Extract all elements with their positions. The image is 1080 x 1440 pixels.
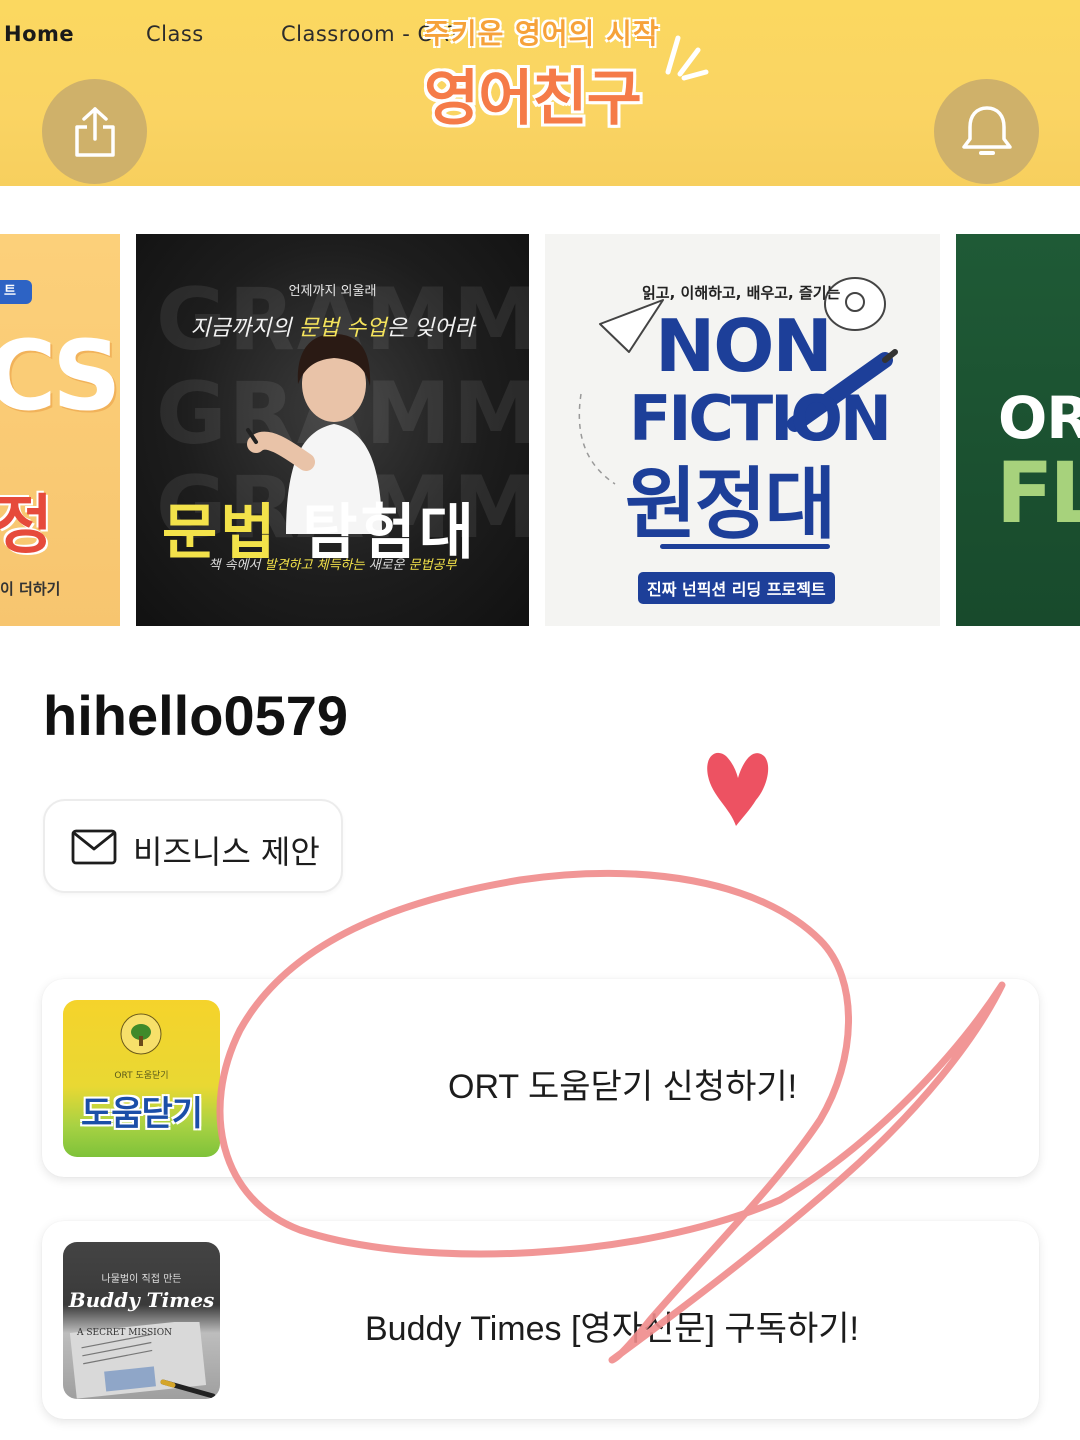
thumbnail-title: 도움닫기 bbox=[80, 1094, 203, 1134]
banner-card-phonics[interactable]: 트 CS 정 이 더하기 bbox=[0, 234, 120, 626]
banner-big-text: CS bbox=[0, 320, 120, 432]
business-proposal-label: 비즈니스 제안 bbox=[133, 833, 320, 871]
link-card-label: Buddy Times [영자신문] 구독하기! bbox=[365, 1310, 860, 1348]
banner-footer-text: 이 더하기 bbox=[0, 580, 61, 598]
link-card-ort-dowumdatgi[interactable]: ORT 도움닫기 도움닫기 ORT 도움닫기 신청하기! bbox=[42, 979, 1039, 1177]
thumbnail-title: Buddy Times bbox=[68, 1288, 215, 1312]
banner-card-grammar[interactable]: GRAMMAR GRAMMAR GRAMMAR 언제까지 외울래 지금까지의 문… bbox=[136, 234, 529, 626]
nav-class[interactable]: Class bbox=[146, 22, 204, 46]
app-header: Home Class Classroom - ORT 주키운 영어의 시작 영어… bbox=[0, 0, 1080, 186]
banner-card-ort-fly[interactable]: OR FLY bbox=[956, 234, 1080, 626]
banner-footer-text: 책 속에서 발견하고 체득하는 새로운 문법공부 bbox=[208, 558, 457, 573]
banner-or-text: OR bbox=[998, 384, 1080, 452]
banner-tag: 트 bbox=[0, 280, 32, 304]
mail-icon bbox=[71, 829, 117, 865]
link-card-label: ORT 도움닫기 신청하기! bbox=[448, 1068, 798, 1106]
card-thumbnail: ORT 도움닫기 도움닫기 bbox=[63, 1000, 220, 1157]
thumbnail-news-headline: A SECRET MISSION bbox=[77, 1328, 172, 1338]
banner-red-text: 정 bbox=[0, 489, 53, 563]
banner-script-line: 지금까지의 문법 수업은 잊어라 bbox=[190, 316, 475, 341]
banner-korean-title: 원정대 bbox=[625, 460, 836, 550]
banner-card-nonfiction[interactable]: 읽고, 이해하고, 배우고, 즐기는 NON FICTION 원정대 진짜 넌픽… bbox=[545, 234, 940, 626]
bell-icon bbox=[961, 105, 1012, 155]
notification-button[interactable] bbox=[934, 79, 1039, 184]
logo-subtitle: 주키운 영어의 시작 bbox=[424, 17, 660, 50]
banner-non-text: NON bbox=[655, 304, 833, 388]
profile-username: hihello0579 bbox=[43, 684, 349, 747]
card-thumbnail: 나물벌이 직접 만든 Buddy Times A SECRET MISSION bbox=[63, 1242, 220, 1399]
banner-tiny-text: 언제까지 외울래 bbox=[288, 284, 377, 299]
heart-doodle bbox=[707, 752, 769, 826]
banner-underline bbox=[660, 544, 830, 549]
thumbnail-small-text: 나물벌이 직접 만든 bbox=[101, 1274, 182, 1285]
share-icon bbox=[74, 106, 115, 157]
banner-top-text: 읽고, 이해하고, 배우고, 즐기는 bbox=[642, 284, 841, 302]
share-button[interactable] bbox=[42, 79, 147, 184]
nav-home[interactable]: Home bbox=[4, 22, 74, 46]
banner-pill-label: 진짜 넌픽션 리딩 프로젝트 bbox=[638, 572, 835, 604]
logo-rays-icon bbox=[665, 35, 709, 81]
thumbnail-subtitle: ORT 도움닫기 bbox=[114, 1071, 169, 1081]
business-proposal-button[interactable]: 비즈니스 제안 bbox=[43, 799, 343, 893]
banner-fly-text: FLY bbox=[996, 444, 1080, 542]
link-card-buddy-times[interactable]: 나물벌이 직접 만든 Buddy Times A SECRET MISSION … bbox=[42, 1221, 1039, 1419]
logo-title: 영어친구 bbox=[424, 64, 642, 134]
tree-logo-icon bbox=[120, 1013, 162, 1055]
